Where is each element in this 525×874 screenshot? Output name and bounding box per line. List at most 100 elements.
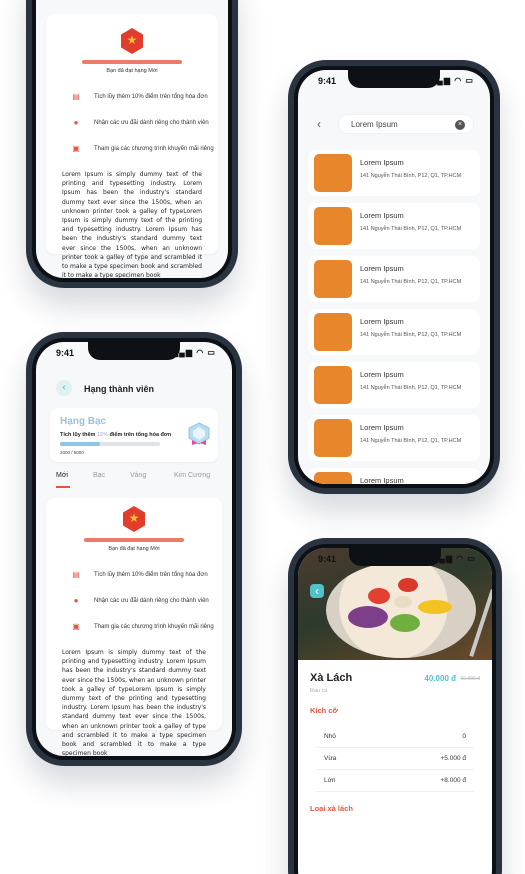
store-name: Lorem Ipsum [360, 158, 404, 167]
store-name: Lorem Ipsum [360, 317, 404, 326]
phone-screen: 9:41 ▂▄▆ ◠ ▭ ‹ Hạng thành viên Hạng Bạc … [36, 342, 232, 756]
pepper [418, 600, 452, 614]
type-section-title: Loại xà lách [310, 804, 353, 813]
status-bar: 9:41 ▂▄▆ ◠ ▭ [298, 554, 492, 566]
phone-membership-top: Bạn đã đạt hạng Mới ▤Tích lũy thêm 10% đ… [26, 0, 238, 288]
clear-icon[interactable]: × [455, 120, 465, 130]
tab-moi[interactable]: Mới [56, 472, 68, 479]
benefit-label: Tham gia các chương trình khuyến mãi riê… [94, 146, 214, 152]
status-time: 9:41 [318, 76, 337, 86]
status-bar: 9:41 ▂▄▆ ◠ ▭ [298, 76, 490, 88]
silver-gem-icon [188, 422, 210, 445]
tier-progress-fill [60, 442, 100, 446]
size-price: +5.000 đ [440, 755, 466, 762]
back-button[interactable]: ‹ [56, 380, 72, 396]
benefit-item: ▤ Tích lũy thêm 10% điểm trên tổng hóa đơ… [46, 562, 222, 588]
size-option[interactable]: Lớn +8.000 đ [316, 770, 474, 792]
receipt-icon: ▤ [72, 570, 80, 579]
benefit-label: Nhận các ưu đãi dành riêng cho thành viê… [94, 120, 209, 126]
gift-icon: ▣ [72, 144, 80, 153]
store-name: Lorem Ipsum [360, 423, 404, 432]
product-category: Rau củ [310, 688, 328, 694]
back-button[interactable]: ‹ [310, 584, 324, 598]
user-icon: ● [73, 118, 79, 127]
gift-icon: ▣ [72, 622, 80, 631]
store-thumbnail [314, 207, 352, 245]
search-input[interactable]: Lorem Ipsum × [338, 114, 474, 134]
list-item[interactable]: Lorem Ipsum 141 Nguyễn Thái Bình, P12, Q… [308, 309, 480, 355]
benefit-label: Tích lũy thêm 10% điểm trên tổng hóa đơn [94, 572, 208, 578]
points-text: 2000 / 5000 [60, 450, 84, 455]
store-address: 141 Nguyễn Thái Bình, P12, Q1, TP.HCM [360, 226, 462, 232]
lettuce [390, 614, 420, 632]
size-label: Lớn [324, 777, 336, 784]
back-button[interactable]: ‹ [312, 117, 326, 131]
benefit-item: ▣ Tham gia các chương trình khuyến mãi ri… [46, 136, 218, 162]
status-icons: ▂▄▆ ◠ ▭ [432, 554, 476, 563]
benefit-label: Nhận các ưu đãi dành riêng cho thành viê… [94, 598, 209, 604]
store-thumbnail [314, 419, 352, 457]
tier-badge-icon [121, 28, 143, 54]
benefit-item: ▣ Tham gia các chương trình khuyến mãi ri… [46, 614, 222, 640]
user-icon: ● [73, 596, 79, 605]
grain [394, 596, 412, 608]
status-icons: ▂▄▆ ◠ ▭ [172, 348, 216, 357]
tier-tabs: Mới Bạc Vàng Kim Cương [56, 472, 212, 488]
list-item[interactable]: Lorem Ipsum 141 Nguyễn Thái Bình, P12, Q… [308, 415, 480, 461]
tier-progress-bar [60, 442, 160, 446]
store-address: 141 Nguyễn Thái Bình, P12, Q1, TP.HCM [360, 173, 462, 179]
size-price: +8.000 đ [440, 777, 466, 784]
benefit-description: Lorem Ipsum is simply dummy text of the … [62, 171, 202, 278]
cabbage [348, 606, 388, 628]
tab-bac[interactable]: Bạc [93, 472, 105, 479]
size-label: Nhỏ [324, 733, 336, 740]
tab-kim-cuong[interactable]: Kim Cương [174, 472, 210, 479]
size-option[interactable]: Nhỏ 0 [316, 726, 474, 748]
list-item[interactable]: Lorem Ipsum 141 Nguyễn Thái Bình, P12, Q… [308, 256, 480, 302]
phone-bezel: ‹ 9:41 ▂▄▆ ◠ ▭ Xà Lách Rau củ 40.000 đ 6… [294, 544, 496, 874]
store-address: 141 Nguyễn Thái Bình, P12, Q1, TP.HCM [360, 385, 462, 391]
store-name: Lorem Ipsum [360, 476, 404, 484]
tier-badge-icon [123, 506, 145, 532]
list-item[interactable]: Lorem Ipsum 141 Nguyễn Thái Bình, P12, Q… [308, 203, 480, 249]
benefit-label: Tích lũy thêm 10% điểm trên tổng hóa đơn [94, 94, 208, 100]
product-price: 40.000 đ [424, 674, 456, 683]
active-tab-indicator [56, 486, 70, 488]
benefits-card: Bạn đã đạt hạng Mới ▤Tích lũy thêm 10% đ… [46, 14, 218, 278]
tomato-slice [368, 588, 390, 604]
store-thumbnail [314, 313, 352, 351]
store-name: Lorem Ipsum [360, 211, 404, 220]
benefit-item: ▤ Tích lũy thêm 10% điểm trên tổng hóa đơ… [46, 84, 218, 110]
store-name: Lorem Ipsum [360, 370, 404, 379]
phone-bezel: 9:41 ▂▄▆ ◠ ▭ ‹ Hạng thành viên Hạng Bạc … [32, 338, 236, 760]
phone-membership: 9:41 ▂▄▆ ◠ ▭ ‹ Hạng thành viên Hạng Bạc … [26, 332, 242, 766]
plate [326, 562, 476, 658]
store-thumbnail [314, 260, 352, 298]
page-title: Hạng thành viên [84, 384, 155, 394]
list-item[interactable]: Lorem Ipsum 141 Nguyễn Thái Bình, P12, Q… [308, 150, 480, 196]
size-option[interactable]: Vừa +5.000 đ [316, 748, 474, 770]
size-section-title: Kích cỡ [310, 706, 338, 715]
list-item[interactable]: Lorem Ipsum 141 Nguyễn Thái Bình, P12, Q… [308, 362, 480, 408]
accumulate-pct: 15% [96, 432, 108, 438]
benefit-label: Tham gia các chương trình khuyến mãi riê… [94, 624, 214, 630]
status-time: 9:41 [318, 554, 337, 564]
status-time: 9:41 [56, 348, 75, 358]
search-query: Lorem Ipsum [351, 120, 398, 129]
product-name: Xà Lách [310, 672, 353, 684]
benefits-card: Bạn đã đạt hạng Mới ▤Tích lũy thêm 10% đ… [46, 498, 222, 756]
benefit-description: Lorem Ipsum is simply dummy text of the … [62, 649, 206, 756]
tier-bar [84, 538, 184, 542]
store-thumbnail [314, 366, 352, 404]
phone-product: ‹ 9:41 ▂▄▆ ◠ ▭ Xà Lách Rau củ 40.000 đ 6… [288, 538, 502, 874]
status-icons: ▂▄▆ ◠ ▭ [430, 76, 474, 85]
status-bar: 9:41 ▂▄▆ ◠ ▭ [36, 348, 232, 360]
tier-bar [82, 60, 182, 64]
accumulate-text: Tích lũy thêm 15% điểm trên tổng hóa đơn [60, 432, 171, 438]
phone-screen: Bạn đã đạt hạng Mới ▤Tích lũy thêm 10% đ… [36, 0, 228, 278]
phone-screen: 9:41 ▂▄▆ ◠ ▭ ‹ Lorem Ipsum × Lorem Ipsum… [298, 70, 490, 484]
store-thumbnail [314, 472, 352, 484]
list-item[interactable]: Lorem Ipsum [308, 468, 480, 484]
tab-vang[interactable]: Vàng [130, 472, 146, 479]
store-address: 141 Nguyễn Thái Bình, P12, Q1, TP.HCM [360, 438, 462, 444]
